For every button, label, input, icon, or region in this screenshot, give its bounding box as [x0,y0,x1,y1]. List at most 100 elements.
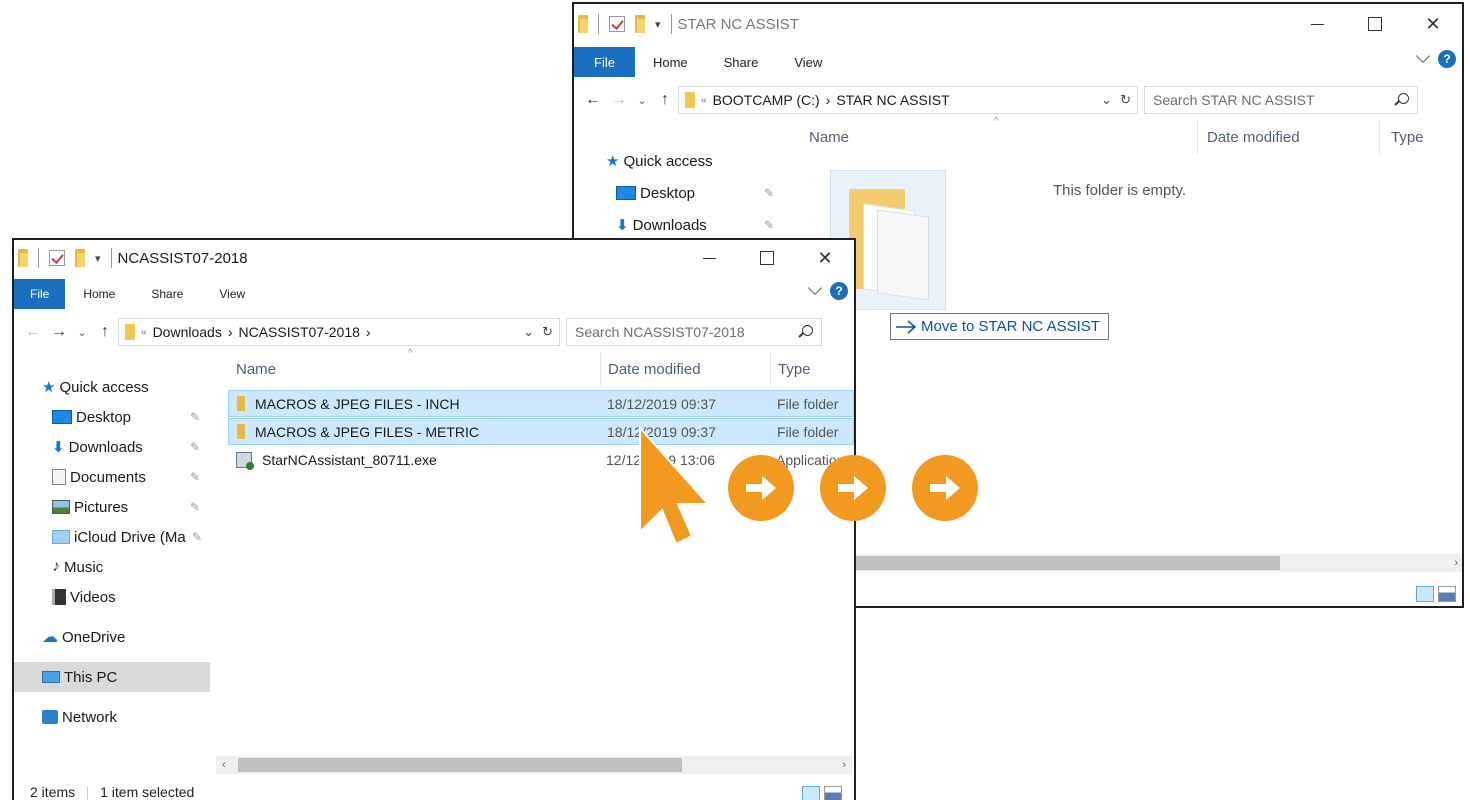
expand-ribbon-chevron-icon[interactable] [1415,48,1431,64]
pin-icon[interactable]: ✎ [190,500,200,514]
horizontal-scrollbar[interactable]: › [856,554,1462,572]
search-input[interactable]: Search NCASSIST07-2018 [566,318,822,346]
column-header-name[interactable]: Name [809,120,849,154]
large-icons-view-icon[interactable] [1438,586,1456,602]
title-bar[interactable]: ▾ NCASSIST07-2018 ✕ [14,240,854,276]
properties-icon[interactable] [609,16,625,32]
nav-item-label: Network [62,708,118,726]
tab-share[interactable]: Share [706,55,777,70]
scrollbar-thumb[interactable] [856,556,1280,570]
breadcrumb-folder[interactable]: NCASSIST07-2018 [239,324,360,340]
breadcrumb-folder[interactable]: STAR NC ASSIST [836,92,949,108]
new-folder-icon[interactable] [635,15,645,33]
nav-item-onedrive[interactable]: ☁ OneDrive [14,622,210,652]
address-dropdown-chevron-icon[interactable]: ⌄ [1101,92,1112,108]
maximize-button[interactable] [1346,4,1404,44]
back-arrow-icon[interactable]: ← [580,91,606,109]
nav-item-this-pc[interactable]: This PC [14,662,210,692]
breadcrumb-downloads[interactable]: Downloads [153,324,222,340]
column-header-type[interactable]: Type [778,352,811,386]
tab-file[interactable]: File [14,279,66,309]
customize-toolbar-dropdown[interactable]: ▾ [95,252,101,265]
nav-item-desktop[interactable]: Desktop ✎ [14,402,210,432]
nav-item-downloads[interactable]: ⬇ Downloads ✎ [574,210,784,240]
details-view-icon[interactable] [1416,586,1434,602]
maximize-button[interactable] [738,240,796,276]
back-arrow-icon[interactable]: ← [20,323,46,341]
nav-item-network[interactable]: Network [14,702,210,732]
details-view-icon[interactable] [802,786,820,800]
pin-icon[interactable]: ✎ [764,218,774,232]
status-separator [87,786,89,800]
close-button[interactable]: ✕ [796,240,854,276]
address-bar[interactable]: « Downloads › NCASSIST07-2018 › ⌄ ↻ [118,318,560,346]
breadcrumb-chevron-icon: › [227,324,233,340]
search-input[interactable]: Search STAR NC ASSIST [1144,86,1418,114]
scroll-right-arrow-icon[interactable]: › [842,756,846,774]
minimize-button[interactable] [1288,4,1346,44]
up-arrow-icon[interactable]: ↑ [92,323,118,341]
nav-item-pictures[interactable]: Pictures ✎ [14,492,210,522]
document-icon [52,469,66,485]
column-header-type[interactable]: Type [1391,120,1424,154]
nav-item-videos[interactable]: Videos [14,582,210,612]
refresh-icon[interactable]: ↻ [542,324,553,340]
right-arrow-icon [820,455,886,521]
pin-icon[interactable]: ✎ [764,186,774,200]
up-arrow-icon[interactable]: ↑ [652,91,678,109]
scroll-right-arrow-icon[interactable]: › [1454,554,1458,572]
forward-arrow-icon[interactable]: → [606,91,632,109]
pin-icon[interactable]: ✎ [190,440,200,454]
nav-item-downloads[interactable]: ⬇ Downloads ✎ [14,432,210,462]
column-divider[interactable] [600,352,601,386]
refresh-icon[interactable]: ↻ [1120,92,1131,108]
column-divider[interactable] [1197,120,1198,154]
forward-arrow-icon[interactable]: → [46,323,72,341]
address-bar[interactable]: « BOOTCAMP (C:) › STAR NC ASSIST ⌄ ↻ [678,86,1138,114]
scrollbar-thumb[interactable] [238,758,682,772]
nav-item-quick-access[interactable]: ★ Quick access [574,146,784,176]
desktop-icon [52,410,72,424]
file-name-cell: MACROS & JPEG FILES - METRIC [237,424,479,440]
address-dropdown-chevron-icon[interactable]: ⌄ [523,324,534,340]
column-header-date-modified[interactable]: Date modified [1207,120,1300,154]
nav-item-music[interactable]: ♪ Music [14,552,210,582]
ribbon-tabs: File Home Share View ? [574,44,1462,80]
column-divider[interactable] [1379,120,1380,154]
customize-toolbar-dropdown[interactable]: ▾ [655,18,661,31]
pin-icon[interactable]: ✎ [190,410,200,424]
new-folder-icon[interactable] [75,249,85,267]
close-button[interactable]: ✕ [1404,4,1462,44]
breadcrumb-chevron-icon[interactable]: › [366,324,371,340]
tab-view[interactable]: View [776,55,840,70]
column-header-date-modified[interactable]: Date modified [608,352,701,386]
column-divider[interactable] [770,352,771,386]
tab-view[interactable]: View [201,287,263,301]
help-icon[interactable]: ? [1438,50,1456,68]
file-row[interactable]: MACROS & JPEG FILES - METRIC 18/12/2019 … [228,418,854,445]
tab-share[interactable]: Share [133,287,201,301]
nav-item-icloud-drive[interactable]: iCloud Drive (Ma ✎ [14,522,210,552]
expand-ribbon-chevron-icon[interactable] [807,280,823,296]
large-icons-view-icon[interactable] [824,786,842,800]
recent-locations-chevron-icon[interactable]: ⌄ [72,326,92,339]
column-header-name[interactable]: Name [236,352,276,386]
minimize-button[interactable] [680,240,738,276]
recent-locations-chevron-icon[interactable]: ⌄ [632,94,652,107]
help-icon[interactable]: ? [830,282,848,300]
properties-icon[interactable] [49,250,65,266]
nav-item-desktop[interactable]: Desktop ✎ [574,178,784,208]
nav-item-documents[interactable]: Documents ✎ [14,462,210,492]
title-bar[interactable]: ▾ STAR NC ASSIST ✕ [574,4,1462,44]
horizontal-scrollbar[interactable]: ‹ › [216,756,852,774]
breadcrumb-drive[interactable]: BOOTCAMP (C:) [713,92,820,108]
pin-icon[interactable]: ✎ [190,470,200,484]
tab-file[interactable]: File [574,47,635,77]
file-row[interactable]: MACROS & JPEG FILES - INCH 18/12/2019 09… [228,390,854,417]
tab-home[interactable]: Home [635,55,706,70]
file-list[interactable]: ^ Name Date modified Type MACROS & JPEG … [228,348,854,752]
pin-icon[interactable]: ✎ [192,530,202,544]
scroll-left-arrow-icon[interactable]: ‹ [222,756,226,774]
tab-home[interactable]: Home [65,287,133,301]
nav-item-quick-access[interactable]: ★ Quick access [14,372,210,402]
